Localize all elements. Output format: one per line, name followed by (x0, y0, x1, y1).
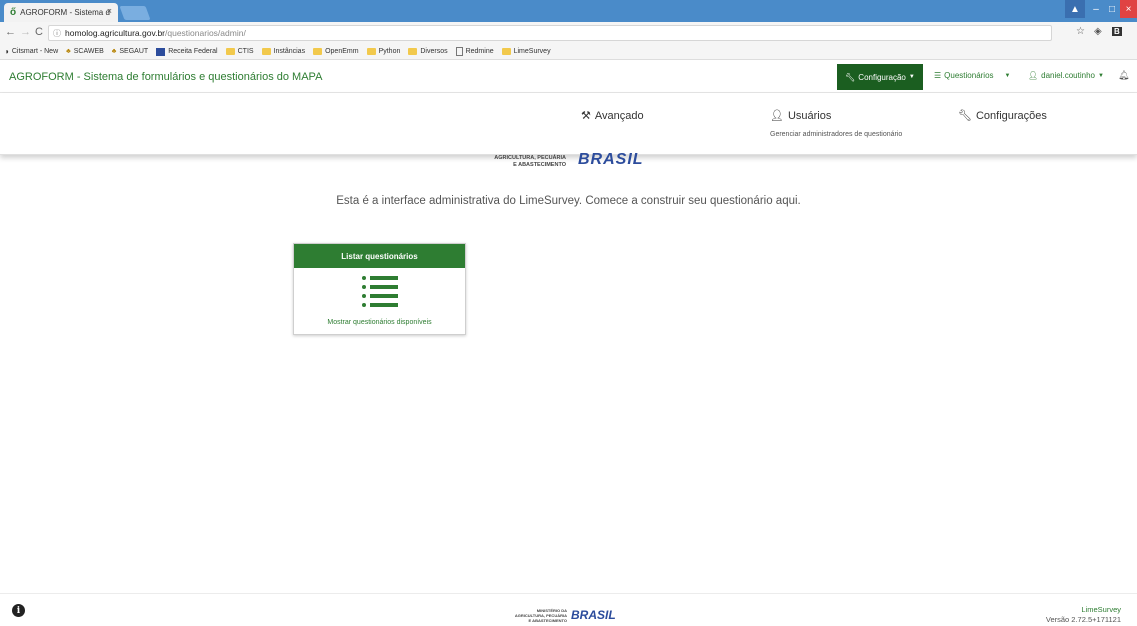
bookmark-item[interactable]: Redmine (455, 47, 494, 56)
back-icon[interactable]: ← (5, 26, 16, 38)
new-tab-button[interactable] (119, 6, 151, 20)
caret-down-icon: ▼ (908, 74, 915, 80)
configuration-dropdown-menu: ⚒ Avançado 👤︎ Usuários Gerenciar adminis… (0, 93, 1137, 155)
version-text: Versão 2.72.5+171121 (1045, 615, 1121, 624)
folder-icon (225, 48, 235, 55)
footer-ministry-logo: MINISTÉRIO DA AGRICULTURA, PECUÁRIA E AB… (514, 608, 616, 623)
address-bar-row: ← → C ⓘ homolog.agricultura.gov.br /ques… (0, 22, 1137, 44)
bookmark-item[interactable]: CTIS (225, 48, 254, 55)
page-icon (455, 47, 463, 56)
info-icon[interactable]: i (12, 604, 25, 617)
ministry-logo-text: AGRICULTURA, PECUÁRIA E ABASTECIMENTO (494, 155, 566, 168)
user-menu-button[interactable]: 👤︎ daniel.coutinho ▼ (1028, 71, 1104, 80)
folder-icon (366, 48, 376, 55)
footer: i MINISTÉRIO DA AGRICULTURA, PECUÁRIA E … (0, 593, 1137, 626)
menu-manage-admins-link[interactable]: Gerenciar administradores de questionári… (770, 131, 902, 138)
url-host: homolog.agricultura.gov.br (65, 28, 166, 38)
version-info: LimeSurvey Versão 2.72.5+171121 (1046, 605, 1121, 625)
ministry-logo: AGRICULTURA, PECUÁRIA E ABASTECIMENTO BR… (474, 151, 674, 173)
folder-icon (261, 48, 271, 55)
reload-icon[interactable]: C (35, 26, 43, 38)
url-path: /questionarios/admin/ (165, 28, 246, 38)
wrench-icon: 🔧︎ (958, 110, 972, 122)
user-icon: 👤︎ (1028, 71, 1039, 80)
info-circle-icon: ⓘ (53, 28, 61, 38)
shield-icon (156, 47, 166, 56)
bookmark-item[interactable]: ♣ SEGAUT (112, 48, 148, 55)
menu-settings[interactable]: 🔧︎ Configurações (958, 109, 1047, 123)
app-brand[interactable]: AGROFORM - Sistema de formulários e ques… (9, 71, 322, 83)
extension-b-icon[interactable]: B (1112, 27, 1122, 36)
product-link[interactable]: LimeSurvey (1046, 605, 1121, 615)
browser-tab-bar: ő AGROFORM - Sistema d × ▲ – □ × (0, 0, 1137, 22)
bookmarks-bar: ◑ Citsmart - New ♣ SCAWEB ♣ SEGAUT Receita … (0, 44, 1137, 60)
bookmark-item[interactable]: ◑ Citsmart - New (4, 47, 58, 56)
bookmark-item[interactable]: OpenEmm (313, 48, 359, 55)
people-icon: ♣ (111, 48, 117, 55)
globe-icon: ◑ (4, 47, 9, 56)
brasil-logo: BRASIL (578, 151, 644, 168)
app-navbar: AGROFORM - Sistema de formulários e ques… (0, 61, 1137, 93)
bookmark-item[interactable]: LimeSurvey (501, 48, 551, 55)
user-icon: 👤︎ (770, 110, 784, 122)
profile-icon[interactable]: ▲ (1065, 0, 1085, 18)
forward-icon[interactable]: → (20, 26, 31, 38)
footer-brasil-logo: BRASIL (571, 608, 616, 622)
caret-down-icon: ▼ (1004, 72, 1011, 79)
notification-bell-icon[interactable]: 🔔︎ (1118, 70, 1129, 81)
bookmark-item[interactable]: ♣ SCAWEB (66, 48, 104, 55)
configuration-menu-button[interactable]: 🔧︎ Configuração ▼ (837, 64, 923, 90)
bookmark-star-icon[interactable]: ☆ (1076, 26, 1085, 37)
browser-tab[interactable]: ő AGROFORM - Sistema d × (4, 3, 118, 22)
menu-users[interactable]: 👤︎ Usuários (770, 109, 831, 123)
url-input[interactable]: ⓘ homolog.agricultura.gov.br /questionar… (48, 25, 1052, 41)
folder-icon (408, 48, 418, 55)
list-icon (362, 276, 398, 307)
maximize-icon[interactable]: □ (1104, 0, 1120, 18)
card-title: Listar questionários (294, 244, 465, 268)
people-icon: ♣ (66, 48, 71, 55)
agroform-favicon-icon: ő (10, 7, 17, 18)
bookmark-item[interactable]: Python (366, 48, 400, 55)
folder-icon (313, 48, 323, 55)
tools-icon: ⚒ (581, 110, 591, 122)
extension-icon[interactable]: ◈ (1094, 26, 1102, 37)
tab-title: AGROFORM - Sistema d (20, 8, 110, 17)
close-window-icon[interactable]: × (1120, 0, 1137, 18)
list-icon: ☰ (934, 71, 942, 80)
bookmark-item[interactable]: Instâncias (261, 48, 305, 55)
tab-close-icon[interactable]: × (107, 6, 112, 16)
menu-advanced[interactable]: ⚒ Avançado (581, 109, 644, 123)
welcome-message: Esta é a interface administrativa do Lim… (336, 195, 801, 207)
show-available-surveys-link[interactable]: Mostrar questionários disponíveis (294, 319, 465, 326)
surveys-menu-button[interactable]: ☰ Questionários ▼ (934, 71, 1010, 80)
folder-icon (501, 48, 511, 55)
caret-down-icon: ▼ (1097, 72, 1104, 79)
list-surveys-card[interactable]: Listar questionários Mostrar questionári… (293, 243, 466, 335)
minimize-icon[interactable]: – (1088, 0, 1104, 18)
wrench-icon: 🔧︎ (845, 72, 856, 82)
bookmark-item[interactable]: Diversos (408, 48, 448, 55)
bookmark-item[interactable]: Receita Federal (156, 47, 218, 56)
